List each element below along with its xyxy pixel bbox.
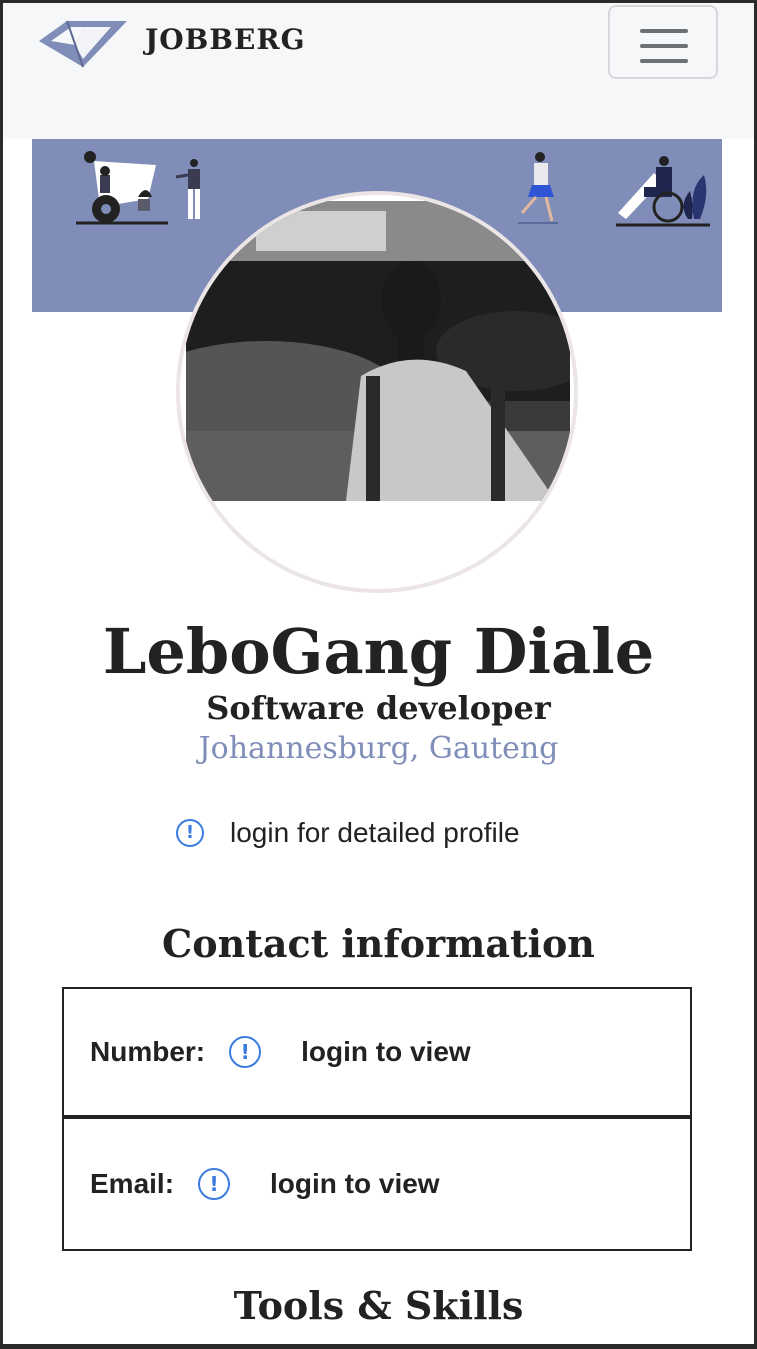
- contact-table: Number: ! login to view Email: ! login t…: [62, 987, 692, 1251]
- contact-row-email: Email: ! login to view: [64, 1119, 690, 1249]
- info-icon: !: [176, 819, 204, 847]
- info-icon: !: [229, 1036, 262, 1068]
- contact-heading: Contact information: [162, 921, 595, 966]
- profile-name: LeboGang Diale: [102, 615, 655, 688]
- wheelchair-person-illustration: [616, 156, 710, 227]
- login-notice[interactable]: ! login for detailed profile: [176, 813, 520, 853]
- profile-photo: [186, 201, 570, 501]
- email-label: Email:: [90, 1168, 175, 1199]
- number-value[interactable]: login to view: [301, 1036, 471, 1068]
- contact-row-number: Number: ! login to view: [64, 989, 690, 1119]
- profile-location: Johannesburg, Gauteng: [198, 731, 559, 766]
- hamburger-menu-icon: [640, 29, 688, 33]
- number-label: Number:: [90, 1036, 206, 1067]
- menu-toggle-button[interactable]: [608, 5, 718, 79]
- profile-job-title: Software developer: [206, 689, 551, 727]
- info-icon: !: [198, 1168, 231, 1200]
- avatar: [176, 191, 578, 593]
- skills-heading: Tools & Skills: [233, 1283, 524, 1328]
- email-value[interactable]: login to view: [270, 1168, 440, 1200]
- brand-name[interactable]: JOBBERG: [145, 23, 306, 56]
- login-notice-text: login for detailed profile: [230, 817, 520, 848]
- diamond-logo-icon[interactable]: [37, 15, 129, 71]
- page-frame: JOBBERG LeboGang Diale Software develope…: [0, 0, 754, 1344]
- navbar: JOBBERG: [3, 3, 754, 139]
